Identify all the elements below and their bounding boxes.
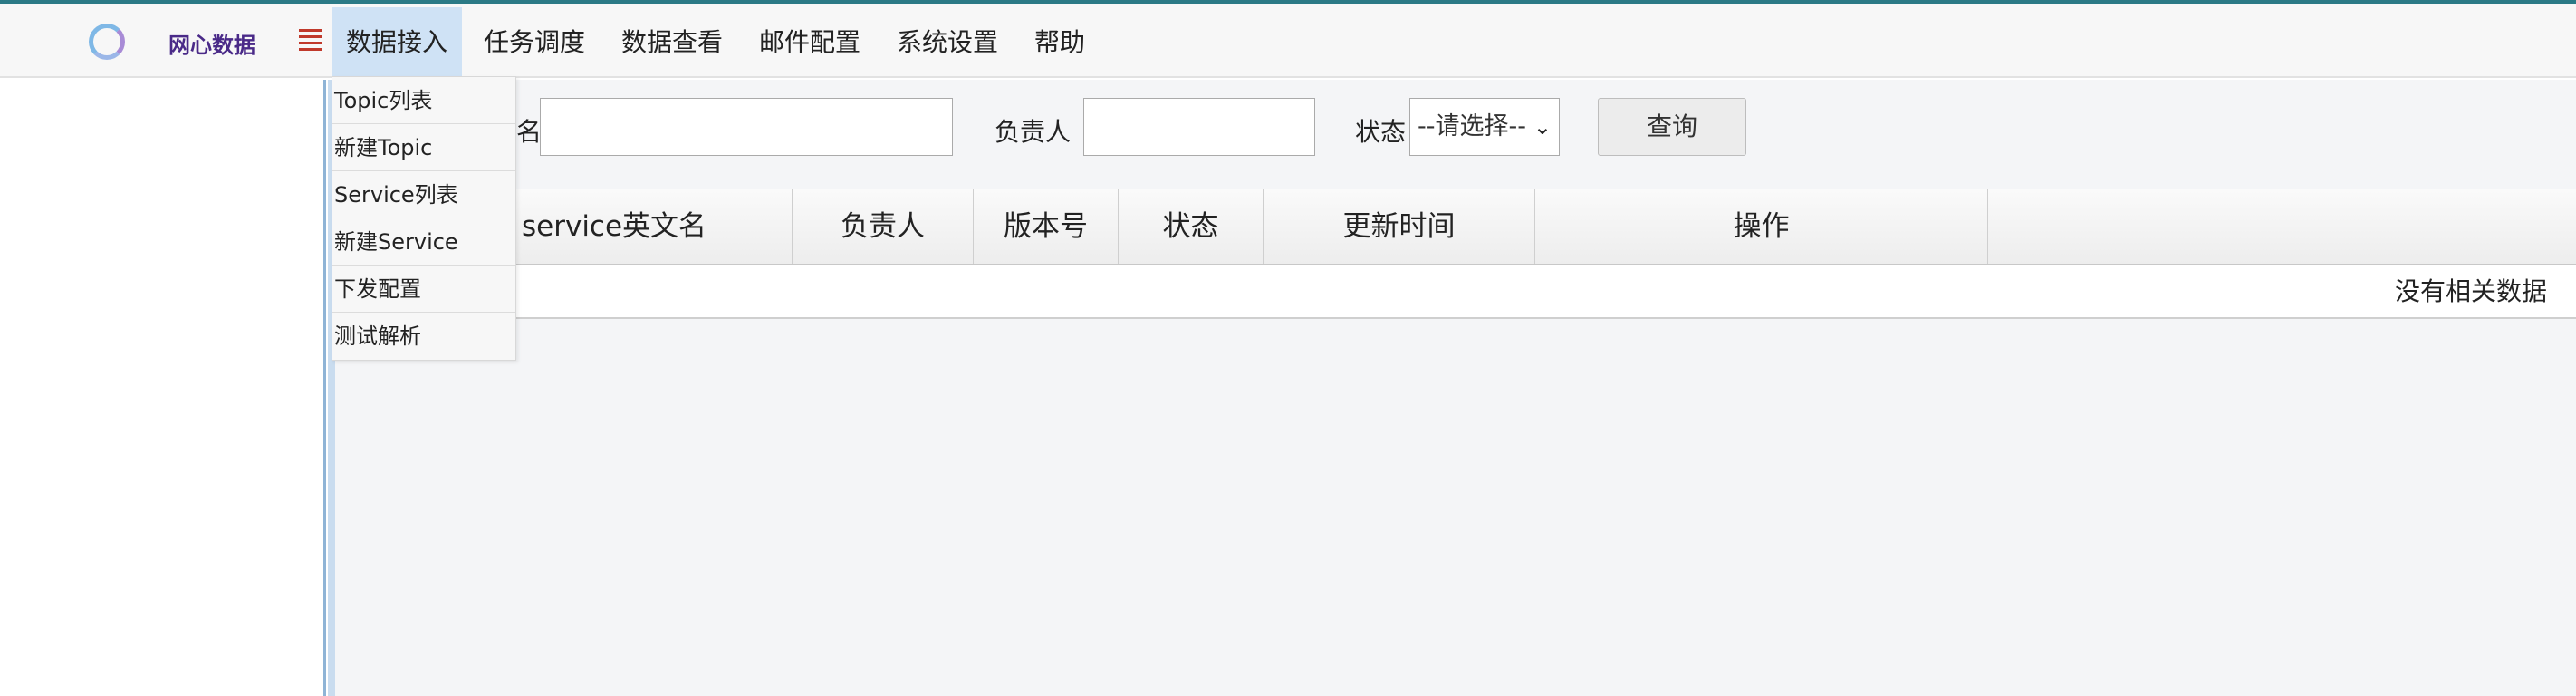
column-header-status[interactable]: 状态 [1119,189,1264,264]
left-sidebar [0,80,326,696]
nav-data-view[interactable]: 数据查看 [607,7,737,78]
logo-icon [89,24,125,60]
top-navbar: 网心数据 数据接入 任务调度 数据查看 邮件配置 系统设置 帮助 [0,4,2576,78]
column-header-owner[interactable]: 负责人 [793,189,974,264]
status-select-value: --请选择-- [1418,112,1526,140]
data-access-dropdown: Topic列表 新建Topic Service列表 新建Service 下发配置… [332,76,516,361]
empty-message: 没有相关数据 [2394,276,2547,306]
menu-item-new-topic[interactable]: 新建Topic [332,124,515,171]
column-header-updated-time[interactable]: 更新时间 [1264,189,1535,264]
main-content: 名 负责人 状态 --请选择-- ⌄ 查询 service英文名 负责人 版本号… [335,80,2576,696]
menu-item-new-service[interactable]: 新建Service [332,218,515,266]
status-select[interactable]: --请选择-- ⌄ [1409,98,1560,156]
menu-item-test-parse[interactable]: 测试解析 [332,313,515,360]
column-header-actions[interactable]: 操作 [1535,189,1988,264]
menu-item-topic-list[interactable]: Topic列表 [332,77,515,124]
nav-task-scheduling[interactable]: 任务调度 [469,7,600,78]
brand-name[interactable]: 网心数据 [168,27,255,59]
owner-label: 负责人 [995,117,1072,147]
chevron-down-icon: ⌄ [1533,114,1552,140]
hamburger-menu-icon[interactable] [299,29,322,51]
name-label: 名 [516,117,543,147]
table-empty-row: 没有相关数据 [335,265,2576,319]
nav-help[interactable]: 帮助 [1020,7,1100,78]
owner-input[interactable] [1083,98,1315,156]
nav-data-access[interactable]: 数据接入 [332,7,463,78]
nav-system-settings[interactable]: 系统设置 [882,7,1013,78]
query-button[interactable]: 查询 [1598,98,1746,156]
menu-item-deploy-config[interactable]: 下发配置 [332,266,515,313]
nav-mail-config[interactable]: 邮件配置 [745,7,875,78]
column-header-version[interactable]: 版本号 [974,189,1119,264]
table-header: service英文名 负责人 版本号 状态 更新时间 操作 [335,188,2576,265]
search-bar: 名 负责人 状态 --请选择-- ⌄ 查询 [335,80,2576,188]
status-label: 状态 [1355,117,1407,147]
menu-item-service-list[interactable]: Service列表 [332,171,515,218]
name-input[interactable] [540,98,953,156]
